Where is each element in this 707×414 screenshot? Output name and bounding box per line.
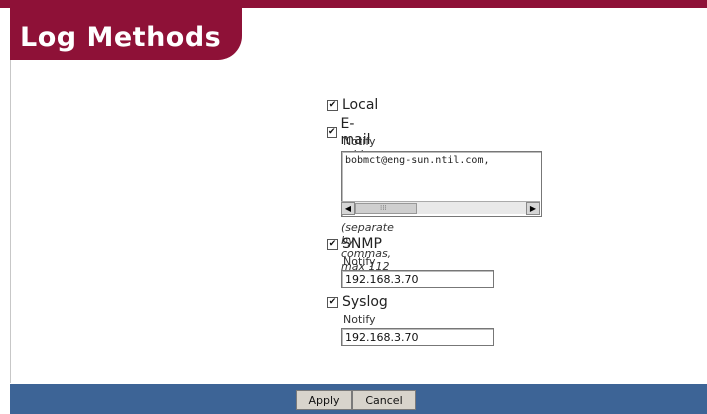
top-border	[0, 0, 707, 8]
email-addresses-value: bobmct@eng-sun.ntil.com,	[345, 155, 490, 166]
syslog-label: Syslog	[342, 294, 388, 310]
scroll-right-icon[interactable]: ▶	[526, 202, 540, 215]
syslog-checkbox[interactable]: ✔	[327, 296, 338, 308]
grip-icon: ⁞⁞⁞	[380, 204, 387, 212]
scroll-thumb[interactable]: ⁞⁞⁞	[355, 203, 417, 214]
page-header: Log Methods	[10, 8, 242, 60]
email-horizontal-scrollbar[interactable]: ◀ ⁞⁞⁞ ▶	[341, 201, 540, 215]
cancel-button[interactable]: Cancel	[352, 390, 416, 410]
local-checkbox[interactable]: ✔	[327, 99, 338, 111]
snmp-option: ✔ SNMP	[327, 236, 382, 252]
snmp-checkbox[interactable]: ✔	[327, 238, 338, 250]
page-title: Log Methods	[20, 22, 222, 53]
scroll-left-icon[interactable]: ◀	[341, 202, 355, 215]
snmp-address-input[interactable]: 192.168.3.70	[341, 270, 494, 288]
email-checkbox[interactable]: ✔	[327, 126, 337, 138]
syslog-address-input[interactable]: 192.168.3.70	[341, 328, 494, 346]
syslog-option: ✔ Syslog	[327, 294, 388, 310]
local-label: Local	[342, 97, 379, 113]
left-divider	[10, 8, 11, 383]
snmp-label: SNMP	[342, 236, 382, 252]
apply-button[interactable]: Apply	[296, 390, 352, 410]
local-option: ✔ Local	[327, 97, 378, 113]
